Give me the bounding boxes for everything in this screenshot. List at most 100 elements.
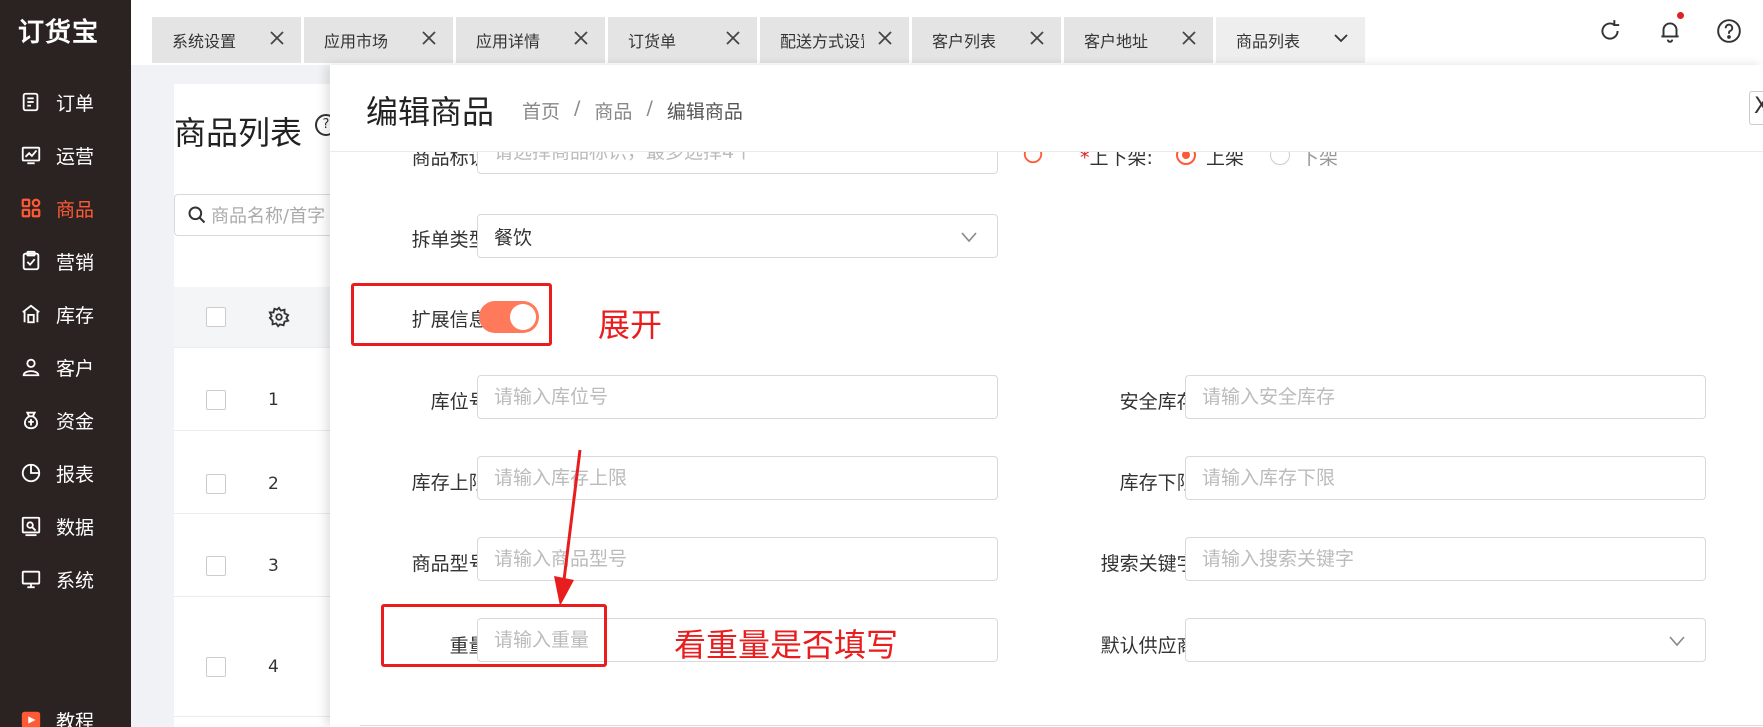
close-icon[interactable] <box>571 28 591 48</box>
page-title: 商品列表 <box>174 114 303 152</box>
stock-lower-input[interactable] <box>1185 456 1706 500</box>
annotation-box-weight <box>381 604 607 667</box>
annotation-expand: 展开 <box>598 306 663 344</box>
stock-lower-label: 库存下限: <box>1119 472 1202 494</box>
tab-customer-list[interactable]: 客户列表 <box>912 17 1061 63</box>
sidebar: 订货宝 订单 运营 商品 营销 库存 客户 资金 报表 数据 系统 教程 <box>0 0 131 727</box>
sidebar-item-data[interactable]: 数据 <box>0 506 131 546</box>
row-checkbox[interactable] <box>206 556 226 576</box>
split-type-select[interactable]: 餐饮 <box>477 214 998 258</box>
row-number: 1 <box>268 390 279 410</box>
gear-icon[interactable] <box>268 306 290 328</box>
breadcrumb-home[interactable]: 首页 <box>522 97 560 124</box>
play-icon <box>20 709 42 727</box>
row-divider <box>174 347 334 348</box>
sidebar-item-label: 商品 <box>56 198 95 221</box>
sidebar-item-customers[interactable]: 客户 <box>0 347 131 387</box>
sidebar-item-operations[interactable]: 运营 <box>0 135 131 175</box>
sidebar-item-label: 资金 <box>56 410 95 433</box>
row-checkbox[interactable] <box>206 657 226 677</box>
close-icon[interactable] <box>267 28 287 48</box>
breadcrumb-goods[interactable]: 商品 <box>594 97 632 124</box>
table-header <box>174 287 334 347</box>
sidebar-item-label: 运营 <box>56 145 95 168</box>
bell-icon[interactable] <box>1657 18 1683 44</box>
row-checkbox[interactable] <box>206 390 226 410</box>
chevron-down-icon <box>961 232 977 243</box>
notification-dot <box>1677 12 1684 19</box>
close-icon[interactable] <box>723 28 743 48</box>
close-icon[interactable] <box>1027 28 1047 48</box>
tab-customer-address[interactable]: 客户地址 <box>1064 17 1213 63</box>
sidebar-item-label: 库存 <box>56 304 95 327</box>
search-placeholder: 商品名称/首字 <box>211 206 326 227</box>
tab-order-sheet[interactable]: 订货单 <box>608 17 757 63</box>
tab-delivery-settings[interactable]: 配送方式设置 <box>760 17 909 63</box>
close-icon[interactable] <box>419 28 439 48</box>
chart-icon <box>20 144 42 166</box>
breadcrumb-separator: / <box>574 97 581 119</box>
drawer-close-button[interactable]: X <box>1749 91 1763 125</box>
drawer-divider <box>360 725 1763 726</box>
annotation-box-ext-info <box>351 283 552 346</box>
row-divider <box>174 513 334 514</box>
monitor-icon <box>20 568 42 590</box>
sidebar-item-reports[interactable]: 报表 <box>0 453 131 493</box>
sidebar-item-system[interactable]: 系统 <box>0 559 131 599</box>
row-number: 4 <box>268 657 279 677</box>
tab-label: 系统设置 <box>172 32 237 51</box>
safe-stock-label: 安全库存: <box>1119 391 1202 413</box>
chevron-down-icon <box>1669 636 1685 647</box>
sidebar-item-label: 报表 <box>56 463 95 486</box>
order-icon <box>20 91 42 113</box>
tab-app-detail[interactable]: 应用详情 <box>456 17 605 63</box>
clipboard-icon <box>20 250 42 272</box>
sidebar-item-tutorial[interactable]: 教程 <box>0 700 131 727</box>
money-bag-icon <box>20 409 42 431</box>
row-number: 3 <box>268 556 279 576</box>
top-bar: 系统设置 应用市场 应用详情 订货单 配送方式设置 客户列表 客户地址 商品列 <box>131 0 1763 65</box>
edit-goods-drawer: 编辑商品 首页 / 商品 / 编辑商品 X 商品标识: *上下架: 上架 下架 … <box>330 65 1763 727</box>
app-logo: 订货宝 <box>18 18 100 48</box>
tab-label: 客户地址 <box>1084 32 1149 51</box>
tab-goods-list[interactable]: 商品列表 <box>1216 17 1365 63</box>
supplier-select[interactable] <box>1185 618 1706 662</box>
close-icon[interactable] <box>875 28 895 48</box>
supplier-label: 默认供应商: <box>1100 635 1202 657</box>
sidebar-item-label: 系统 <box>56 569 95 592</box>
row-number: 2 <box>268 474 279 494</box>
help-icon[interactable] <box>1716 18 1742 44</box>
row-checkbox[interactable] <box>206 474 226 494</box>
row-divider <box>174 430 334 431</box>
drawer-title: 编辑商品 <box>366 93 495 131</box>
keywords-label: 搜索关键字: <box>1100 553 1202 575</box>
sidebar-item-label: 数据 <box>56 516 95 539</box>
annotation-check-weight: 看重量是否填写 <box>674 626 899 664</box>
refresh-icon[interactable] <box>1597 18 1623 44</box>
sidebar-item-inventory[interactable]: 库存 <box>0 294 131 334</box>
sidebar-item-label: 教程 <box>56 710 95 727</box>
sidebar-item-funds[interactable]: 资金 <box>0 400 131 440</box>
safe-stock-input[interactable] <box>1185 375 1706 419</box>
close-icon[interactable] <box>1179 28 1199 48</box>
data-icon <box>20 515 42 537</box>
select-all-checkbox[interactable] <box>206 307 226 327</box>
sidebar-item-orders[interactable]: 订单 <box>0 82 131 122</box>
tab-label: 应用市场 <box>324 32 389 51</box>
chevron-down-icon[interactable] <box>1331 28 1351 48</box>
location-input[interactable] <box>477 375 998 419</box>
sidebar-item-goods[interactable]: 商品 <box>0 188 131 228</box>
sidebar-item-label: 客户 <box>56 357 95 380</box>
sidebar-item-marketing[interactable]: 营销 <box>0 241 131 281</box>
tab-system-settings[interactable]: 系统设置 <box>152 17 301 63</box>
breadcrumb-current: 编辑商品 <box>666 101 743 123</box>
row-divider <box>174 596 334 597</box>
tab-label: 配送方式设置 <box>780 32 864 51</box>
tab-app-market[interactable]: 应用市场 <box>304 17 453 63</box>
user-icon <box>20 356 42 378</box>
pie-chart-icon <box>20 462 42 484</box>
keywords-input[interactable] <box>1185 537 1706 581</box>
app-root: 订货宝 订单 运营 商品 营销 库存 客户 资金 报表 数据 系统 教程 系统设… <box>0 0 1763 727</box>
split-type-value: 餐饮 <box>494 226 533 249</box>
row-divider <box>174 716 334 717</box>
